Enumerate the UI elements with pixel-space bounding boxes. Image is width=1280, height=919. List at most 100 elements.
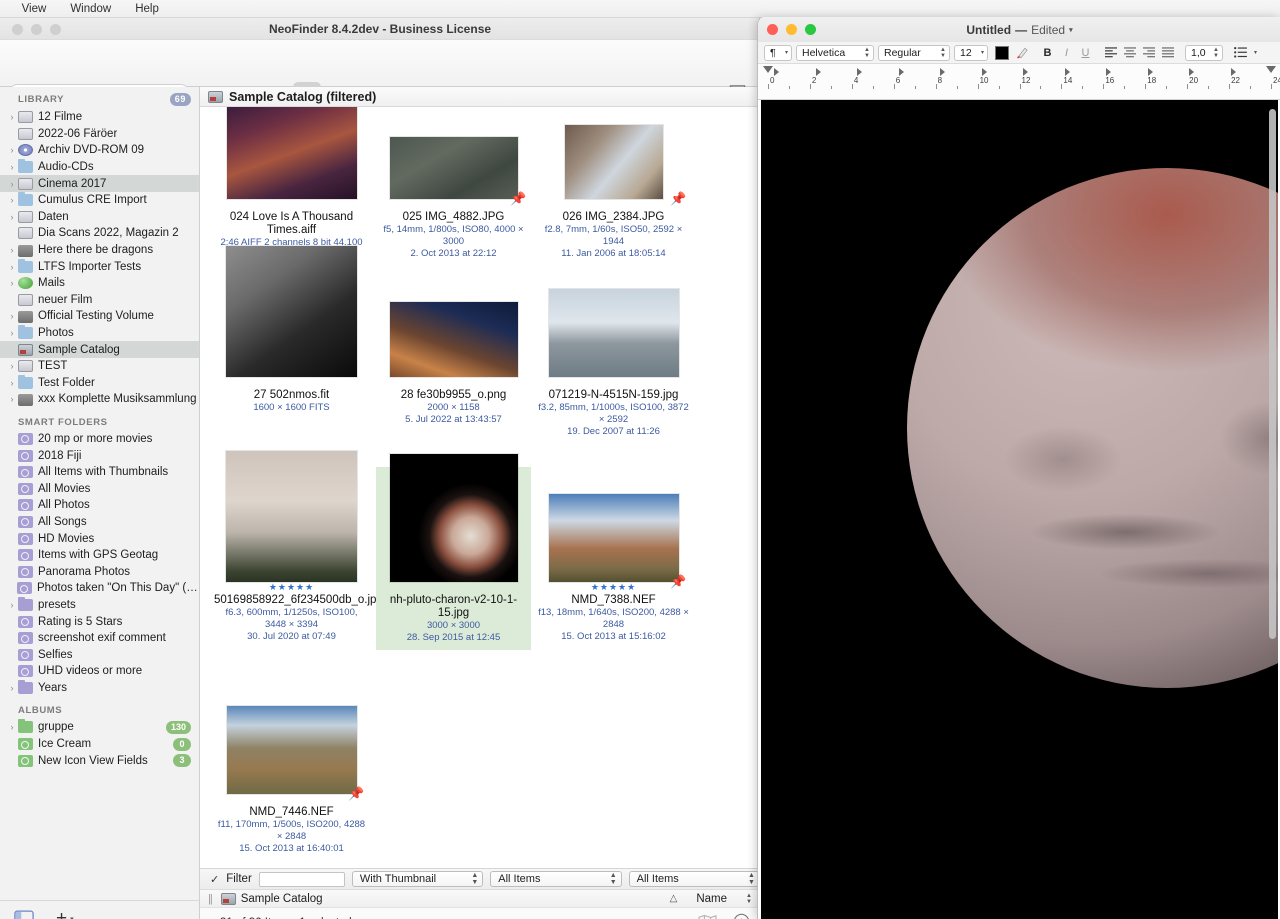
tab-stop-marker[interactable]: [982, 68, 987, 76]
navy-aircraft-carrier-thumbnail[interactable]: [549, 289, 679, 377]
sidebar-item-sample-catalog[interactable]: Sample Catalog: [0, 341, 199, 358]
grid-item[interactable]: 071219-N-4515N-159.jpgf3.2, 85mm, 1/1000…: [536, 267, 691, 438]
tab-stop-marker[interactable]: [857, 68, 862, 76]
sidebar-item-selfies[interactable]: Selfies: [0, 646, 199, 663]
sidebar-item-cumulus-cre-import[interactable]: ›Cumulus CRE Import: [0, 192, 199, 209]
grid-item[interactable]: 📌025 IMG_4882.JPGf5, 14mm, 1/800s, ISO80…: [376, 107, 531, 260]
rating-stars[interactable]: [536, 377, 691, 388]
minimize-button[interactable]: [786, 24, 797, 35]
map-icon[interactable]: [698, 914, 717, 919]
thumbnail-grid[interactable]: 024 Love Is A Thousand Times.aiff2:46 AI…: [200, 107, 760, 868]
sidebar-item-photos[interactable]: ›Photos: [0, 325, 199, 342]
stepper-icon[interactable]: ▲▼: [748, 872, 755, 886]
pluto-and-charon-thumbnail[interactable]: [390, 454, 518, 582]
filter-text-input[interactable]: [259, 872, 345, 887]
sidebar-item-all-items-with-thumbnails[interactable]: All Items with Thumbnails: [0, 464, 199, 481]
rating-stars[interactable]: [214, 794, 369, 805]
sidebar-item-test[interactable]: ›TEST: [0, 358, 199, 375]
balanced-rock-arches-thumbnail[interactable]: [549, 494, 679, 582]
textedit-document-canvas[interactable]: [761, 100, 1278, 919]
sidebar-item-rating-is-5-stars[interactable]: Rating is 5 Stars: [0, 613, 199, 630]
sidebar-item-mails[interactable]: ›Mails: [0, 275, 199, 292]
resize-handle-icon[interactable]: ||: [208, 893, 212, 905]
rating-stars[interactable]: [214, 377, 369, 388]
tab-stop-marker[interactable]: [940, 68, 945, 76]
grid-item[interactable]: 📌NMD_7446.NEFf11, 170mm, 1/500s, ISO200,…: [214, 684, 369, 855]
add-button[interactable]: + ▾: [56, 912, 74, 919]
chevron-down-icon[interactable]: ▾: [1069, 26, 1073, 34]
imac-desk-photo-thumbnail[interactable]: [565, 125, 663, 199]
sidebar-item-audio-cds[interactable]: ›Audio-CDs: [0, 159, 199, 176]
fits-nebula-grayscale-thumbnail[interactable]: [226, 246, 357, 377]
sidebar-item-ltfs-importer-tests[interactable]: ›LTFS Importer Tests: [0, 258, 199, 275]
sidebar-item-daten[interactable]: ›Daten: [0, 209, 199, 226]
sidebar-item-years[interactable]: ›Years: [0, 680, 199, 697]
grid-item[interactable]: 28 fe30b9955_o.png2000 × 11585. Jul 2022…: [376, 267, 531, 426]
sidebar-item-all-photos[interactable]: All Photos: [0, 497, 199, 514]
desert-canyon-landscape-thumbnail[interactable]: [227, 706, 357, 794]
right-indent-marker[interactable]: [1266, 66, 1276, 73]
sidebar[interactable]: LIBRARY 69 ›12 Filme2022-06 Färöer›Archi…: [0, 87, 200, 900]
grid-item[interactable]: 📌026 IMG_2384.JPGf2.8, 7mm, 1/60s, ISO50…: [536, 107, 691, 260]
sidebar-item-presets[interactable]: ›presets: [0, 597, 199, 614]
disclosure-triangle-icon[interactable]: ›: [6, 195, 18, 205]
align-left-icon[interactable]: [1103, 45, 1118, 61]
highlighter-icon[interactable]: [1015, 45, 1030, 61]
align-justify-icon[interactable]: [1160, 45, 1175, 61]
sidebar-item-xxx-komplette-musiksammlung[interactable]: ›xxx Komplette Musiksammlung: [0, 391, 199, 408]
disclosure-triangle-icon[interactable]: ›: [6, 683, 18, 693]
disclosure-triangle-icon[interactable]: ›: [6, 311, 18, 321]
font-style-popup[interactable]: Regular ▲▼: [878, 45, 950, 61]
sidebar-item-cinema-2017[interactable]: ›Cinema 2017: [0, 175, 199, 192]
pin-icon[interactable]: 📌: [510, 192, 523, 205]
chevron-down-icon[interactable]: ▾: [785, 49, 788, 56]
rating-stars[interactable]: ★★★★★: [214, 582, 369, 593]
underline-button[interactable]: U: [1078, 45, 1093, 61]
aerial-highway-photo-thumbnail[interactable]: [390, 137, 518, 199]
sort-stepper-icon[interactable]: ▲▼: [746, 893, 752, 905]
paragraph-style-popup[interactable]: ¶ ▾: [764, 45, 792, 61]
carina-nebula-jwst-thumbnail[interactable]: [390, 302, 518, 377]
align-right-icon[interactable]: [1141, 45, 1156, 61]
sidebar-item-panorama-photos[interactable]: Panorama Photos: [0, 563, 199, 580]
tab-stop-marker[interactable]: [1065, 68, 1070, 76]
chevron-down-icon[interactable]: ▾: [70, 915, 74, 919]
stepper-icon[interactable]: ▲▼: [610, 872, 617, 886]
sort-direction-icon[interactable]: △: [670, 893, 678, 904]
filter-thumbnail-popup[interactable]: With Thumbnail ▲▼: [352, 871, 483, 887]
text-color-swatch[interactable]: [995, 46, 1009, 60]
menu-view[interactable]: View: [10, 0, 59, 18]
sidebar-item-all-movies[interactable]: All Movies: [0, 480, 199, 497]
font-size-popup[interactable]: 12 ▾: [954, 45, 988, 61]
textedit-titlebar[interactable]: Untitled — Edited ▾: [758, 17, 1280, 42]
sidebar-item-12-filme[interactable]: ›12 Filme: [0, 109, 199, 126]
disclosure-triangle-icon[interactable]: ›: [6, 145, 18, 155]
system-menubar[interactable]: at View Window Help: [0, 0, 1280, 18]
textedit-ruler[interactable]: 024681012141618202224: [758, 64, 1280, 100]
neofinder-titlebar[interactable]: NeoFinder 8.4.2dev - Business License: [0, 18, 760, 40]
disclosure-triangle-icon[interactable]: ›: [6, 600, 18, 610]
rating-stars[interactable]: [376, 377, 531, 388]
sidebar-item-neuer-film[interactable]: neuer Film: [0, 292, 199, 309]
menu-format[interactable]: at: [0, 0, 10, 18]
rocket-launch-thumbnail[interactable]: [226, 451, 357, 582]
sidebar-item-official-testing-volume[interactable]: ›Official Testing Volume: [0, 308, 199, 325]
menu-help[interactable]: Help: [123, 0, 171, 18]
grid-item[interactable]: 27 502nmos.fit1600 × 1600 FITS: [214, 267, 369, 414]
sidebar-item-screenshot-exif-comment[interactable]: screenshot exif comment: [0, 630, 199, 647]
grid-item[interactable]: ★★★★★50169858922_6f234500db_o.jpgf6.3, 6…: [214, 472, 369, 643]
sidebar-item-archiv-dvd-rom-09[interactable]: ›Archiv DVD-ROM 09: [0, 142, 199, 159]
tab-stop-marker[interactable]: [1023, 68, 1028, 76]
stepper-icon[interactable]: ▲▼: [940, 47, 946, 59]
textedit-window-controls[interactable]: [767, 24, 816, 35]
sidebar-item-2018-fiji[interactable]: 2018 Fiji: [0, 447, 199, 464]
bold-button[interactable]: B: [1040, 45, 1055, 61]
smart-folders-list[interactable]: 20 mp or more movies2018 FijiAll Items w…: [0, 431, 199, 697]
info-icon[interactable]: i: [733, 913, 750, 919]
sidebar-item-uhd-videos-or-more[interactable]: UHD videos or more: [0, 663, 199, 680]
tab-stop-marker[interactable]: [899, 68, 904, 76]
disclosure-triangle-icon[interactable]: ›: [6, 722, 18, 732]
rating-stars[interactable]: ★★★★★: [536, 582, 691, 593]
sidebar-item-dia-scans-2022-magazin-2[interactable]: Dia Scans 2022, Magazin 2: [0, 225, 199, 242]
pin-icon[interactable]: 📌: [348, 787, 361, 800]
